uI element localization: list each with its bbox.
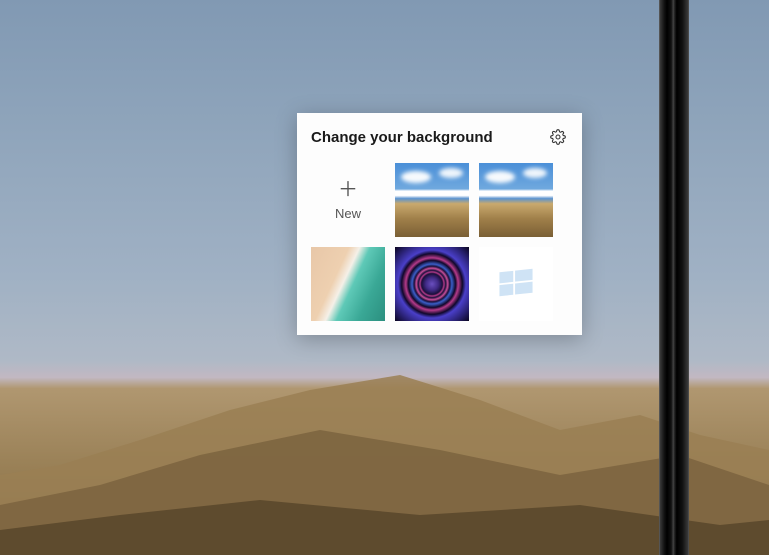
- windows-logo-icon: [493, 261, 539, 307]
- wallpaper-mountains: [0, 355, 769, 555]
- gear-icon: [550, 129, 566, 145]
- background-thumb-windows-logo[interactable]: [479, 247, 553, 321]
- thumb-image: [479, 247, 553, 321]
- thumb-image: [395, 247, 469, 321]
- thumb-image: [395, 163, 469, 237]
- new-label: New: [335, 206, 361, 221]
- thumb-image: [479, 163, 553, 237]
- background-thumb-rose-window[interactable]: [395, 247, 469, 321]
- plus-icon: ＋: [338, 180, 358, 200]
- desktop-wallpaper: Change your background ＋ New: [0, 0, 769, 555]
- settings-button[interactable]: [548, 127, 568, 147]
- change-background-panel: Change your background ＋ New: [297, 113, 582, 335]
- background-thumb-desert-1[interactable]: [395, 163, 469, 237]
- panel-header: Change your background: [311, 127, 568, 147]
- background-thumb-beach[interactable]: [311, 247, 385, 321]
- panel-title: Change your background: [311, 129, 493, 146]
- background-thumb-desert-2[interactable]: [479, 163, 553, 237]
- new-background-tile[interactable]: ＋ New: [311, 163, 385, 237]
- device-edge: [659, 0, 689, 555]
- background-grid: ＋ New: [311, 163, 568, 321]
- thumb-image: [311, 247, 385, 321]
